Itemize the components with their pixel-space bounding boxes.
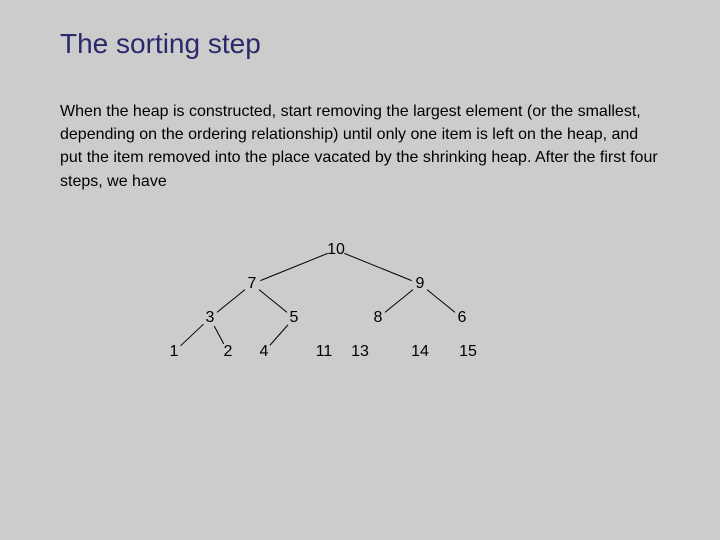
tree-node: 4 — [260, 343, 269, 361]
tree-node: 10 — [327, 241, 345, 259]
tree-node: 13 — [351, 343, 369, 361]
body-paragraph: When the heap is constructed, start remo… — [60, 100, 660, 193]
tree-node: 11 — [316, 343, 333, 361]
tree-node: 5 — [290, 309, 299, 327]
tree-edge — [270, 325, 288, 346]
tree-node: 6 — [458, 309, 467, 327]
tree-edges — [0, 0, 720, 540]
tree-edge — [259, 290, 287, 313]
tree-node: 1 — [170, 343, 179, 361]
tree-edge — [385, 290, 413, 313]
tree-edge — [427, 290, 455, 313]
tree-node: 2 — [224, 343, 233, 361]
tree-edge — [214, 326, 224, 344]
tree-edge — [344, 253, 411, 280]
tree-edge — [260, 253, 327, 280]
tree-node: 15 — [459, 343, 477, 361]
tree-node: 14 — [411, 343, 429, 361]
tree-edge — [217, 290, 245, 313]
tree-edge — [181, 324, 204, 346]
tree-node: 9 — [416, 275, 425, 293]
tree-node: 3 — [206, 309, 215, 327]
page-title: The sorting step — [60, 28, 261, 60]
tree-node: 8 — [374, 309, 383, 327]
slide: The sorting step When the heap is constr… — [0, 0, 720, 540]
tree-node: 7 — [248, 275, 257, 293]
